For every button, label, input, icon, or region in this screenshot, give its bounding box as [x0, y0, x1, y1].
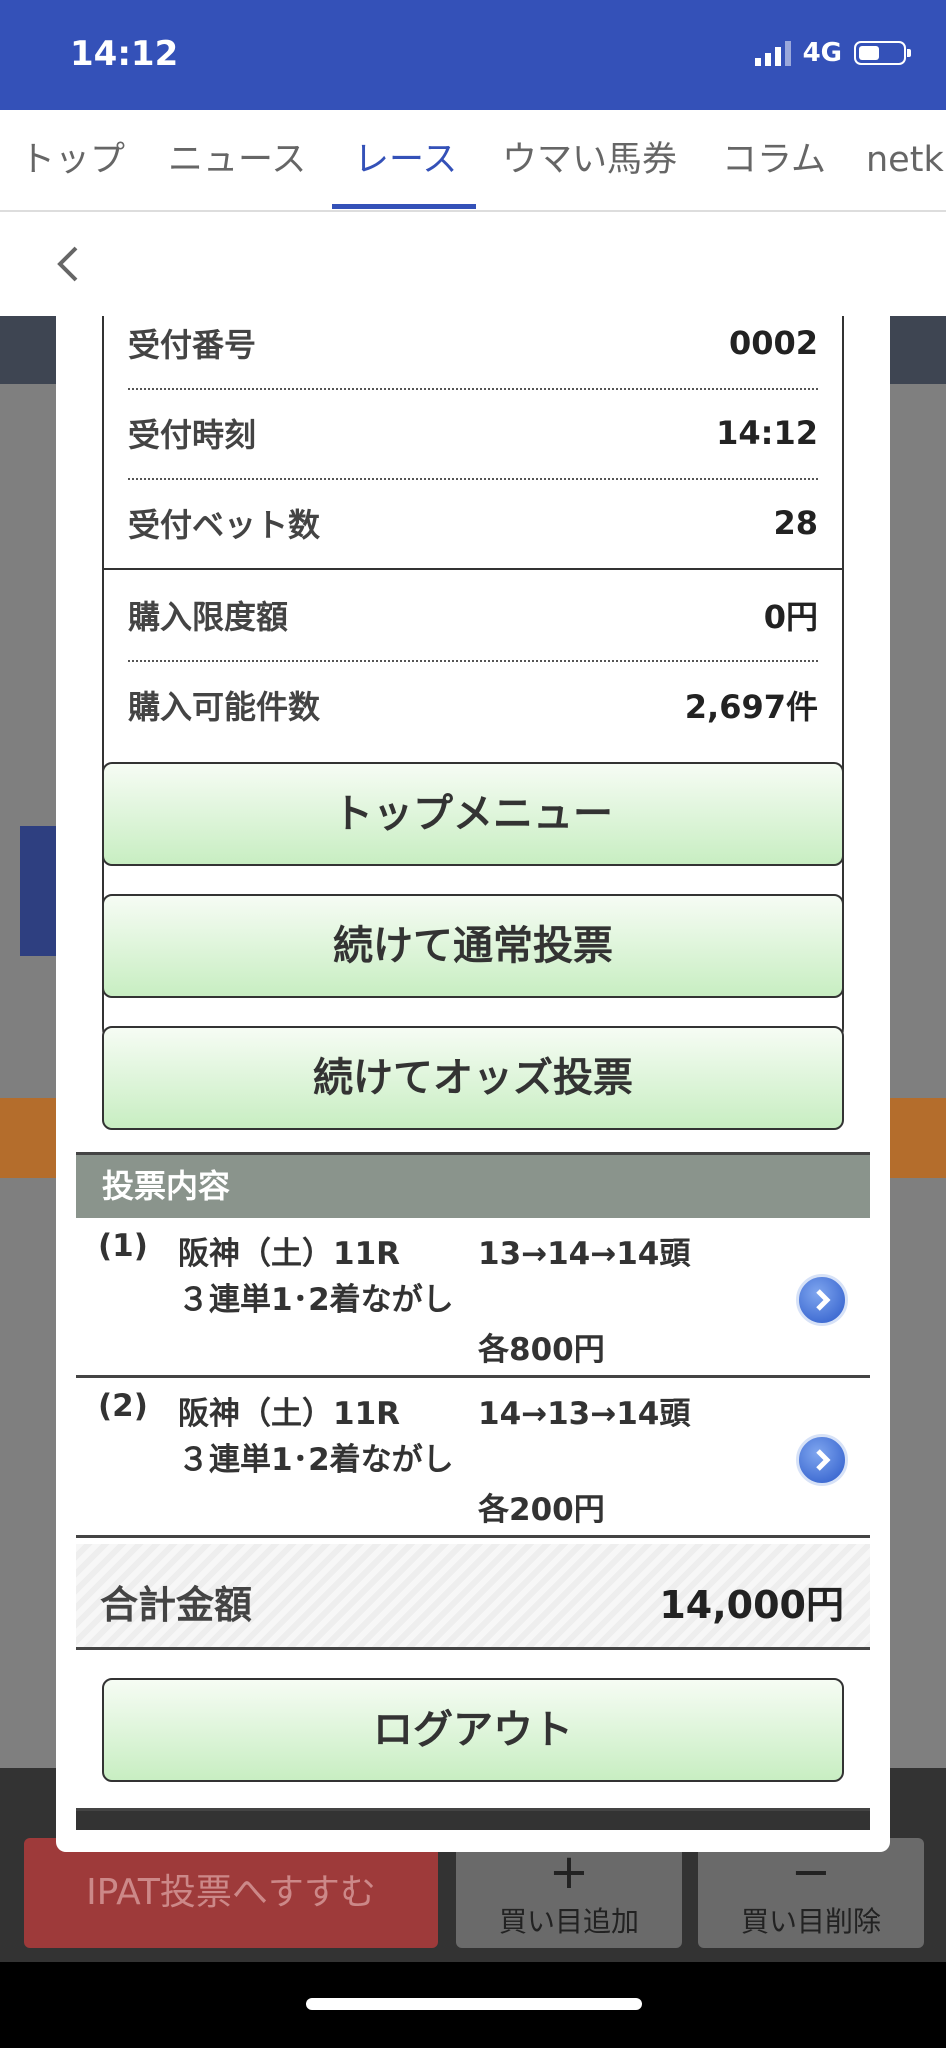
receipt-row-bet-count: 受付ベット数 28 — [128, 478, 818, 568]
network-type: 4G — [802, 38, 842, 68]
vote-item[interactable]: (2) 阪神（土）11R ３連単1･2着ながし 14→13→14頭 各200円 — [76, 1378, 870, 1538]
vote-content-header: 投票内容 — [76, 1152, 870, 1218]
status-bar: 14:12 4G — [0, 0, 946, 110]
vote-item-amount: 各200円 — [478, 1492, 605, 1528]
add-icon: + — [548, 1844, 590, 1900]
vote-item-amount: 各800円 — [478, 1332, 605, 1368]
add-bet-label: 買い目追加 — [498, 1905, 639, 1938]
tab-top[interactable]: トップ — [20, 110, 125, 210]
top-menu-button[interactable]: トップメニュー — [102, 762, 844, 866]
background-blue-block — [20, 826, 60, 956]
sub-navigation — [0, 212, 946, 317]
chevron-right-icon[interactable] — [796, 1274, 848, 1326]
battery-icon — [854, 41, 911, 65]
receipt-number-value: 0002 — [728, 324, 818, 362]
receipt-time-label: 受付時刻 — [128, 416, 257, 454]
active-tab-indicator — [332, 204, 476, 209]
logout-button[interactable]: ログアウト — [102, 1678, 844, 1782]
vote-item-number: (2) — [98, 1388, 148, 1424]
bet-count-value: 28 — [773, 504, 818, 542]
available-count-label: 購入可能件数 — [128, 688, 321, 726]
continue-odds-vote-button[interactable]: 続けてオッズ投票 — [102, 1026, 844, 1130]
vote-item-bet-type: ３連単1･2着ながし — [178, 1442, 454, 1478]
receipt-row-number: 受付番号 0002 — [128, 316, 818, 388]
vote-item-venue: 阪神（土）11R — [178, 1396, 401, 1432]
modal-footer-bar — [76, 1808, 870, 1830]
vote-item-bet-type: ３連単1･2着ながし — [178, 1282, 454, 1318]
receipt-row-time: 受付時刻 14:12 — [128, 388, 818, 478]
total-amount-label: 合計金額 — [100, 1583, 253, 1627]
purchase-complete-modal: 受付番号 0002 受付時刻 14:12 受付ベット数 28 購入限度額 0円 … — [56, 316, 890, 1852]
available-count-value: 2,697件 — [684, 688, 818, 726]
vote-item[interactable]: (1) 阪神（土）11R ３連単1･2着ながし 13→14→14頭 各800円 — [76, 1218, 870, 1378]
remove-icon: − — [790, 1844, 832, 1900]
vote-item-venue: 阪神（土）11R — [178, 1236, 401, 1272]
receipt-time-value: 14:12 — [716, 414, 818, 452]
bet-count-label: 受付ベット数 — [128, 506, 321, 544]
remove-bet-label: 買い目削除 — [740, 1905, 881, 1938]
remove-bet-button[interactable]: − 買い目削除 — [698, 1838, 924, 1948]
vote-item-combination: 13→14→14頭 — [478, 1236, 691, 1272]
vote-item-number: (1) — [98, 1228, 148, 1264]
purchase-limit-value: 0円 — [763, 598, 818, 636]
receipt-row-available: 購入可能件数 2,697件 — [128, 660, 818, 750]
home-indicator[interactable] — [306, 1998, 642, 2010]
chevron-right-icon[interactable] — [796, 1434, 848, 1486]
tab-column[interactable]: コラム — [722, 110, 826, 210]
vote-item-combination: 14→13→14頭 — [478, 1396, 691, 1432]
receipt-number-label: 受付番号 — [128, 326, 257, 364]
add-bet-button[interactable]: + 買い目追加 — [456, 1838, 682, 1948]
receipt-row-limit: 購入限度額 0円 — [128, 570, 818, 660]
back-chevron-icon[interactable] — [50, 244, 90, 284]
tab-race[interactable]: レース — [354, 110, 457, 210]
continue-normal-vote-button[interactable]: 続けて通常投票 — [102, 894, 844, 998]
category-tabs: トップ ニュース レース ウマい馬券 コラム netk — [0, 110, 946, 212]
total-amount-value: 14,000円 — [659, 1583, 844, 1627]
ipat-vote-button[interactable]: IPAT投票へすすむ — [24, 1838, 438, 1948]
signal-icon — [754, 40, 791, 66]
status-indicators: 4G — [754, 38, 911, 68]
status-time: 14:12 — [70, 34, 179, 74]
tab-umai-baken[interactable]: ウマい馬券 — [502, 110, 677, 210]
tab-netkeiba[interactable]: netk — [866, 110, 944, 210]
purchase-limit-label: 購入限度額 — [128, 598, 289, 636]
tab-news[interactable]: ニュース — [168, 110, 306, 210]
total-amount-row: 合計金額 14,000円 — [76, 1544, 870, 1650]
